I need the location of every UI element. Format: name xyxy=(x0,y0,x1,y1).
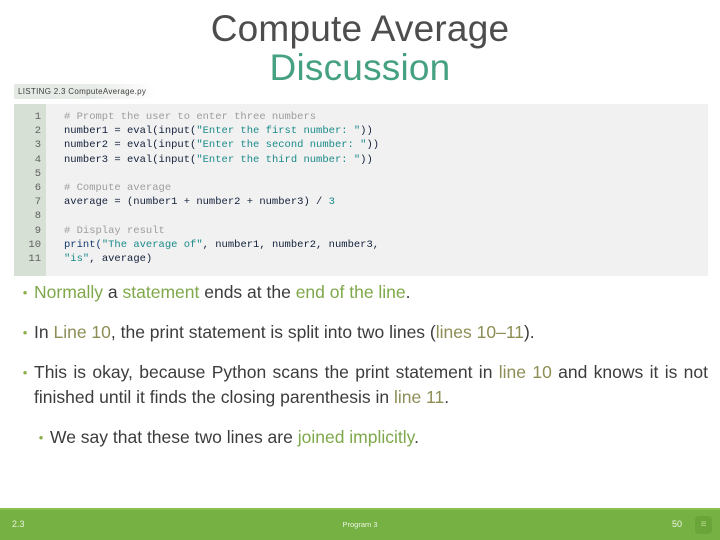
plain-text: . xyxy=(405,282,411,302)
list-item-text: This is okay, because Python scans the p… xyxy=(34,360,708,410)
plain-text: We say that these two lines are xyxy=(50,427,298,447)
code-line: average = (number1 + number2 + number3) … xyxy=(64,195,708,209)
line-number: 1 xyxy=(34,111,41,123)
code-string: "Enter the second number: " xyxy=(196,139,367,152)
highlight-text: line 11 xyxy=(393,387,445,407)
line-number: 11 xyxy=(28,253,41,266)
code-number: 3 xyxy=(328,196,335,209)
code-listing-block: 1 2 3 4 5 6 7 8 9 10 11 # Prompt the use… xyxy=(14,104,708,276)
bullet-marker-icon: • xyxy=(22,365,28,380)
code-token: number1 = eval(input( xyxy=(64,125,197,138)
list-item: • This is okay, because Python scans the… xyxy=(16,360,708,410)
line-number: 2 xyxy=(34,125,41,138)
code-keyword: print( xyxy=(64,238,102,251)
line-number-gutter: 1 2 3 4 5 6 7 8 9 10 11 xyxy=(14,104,46,276)
code-comment: # Display result xyxy=(64,224,165,237)
plain-text: ). xyxy=(523,322,535,342)
code-line: "is", average) xyxy=(64,252,708,266)
line-number: 6 xyxy=(34,182,41,195)
highlight-text: line 10 xyxy=(498,362,552,382)
plain-text: ends at the xyxy=(199,282,296,302)
listing-caption: LISTING 2.3 ComputeAverage.py xyxy=(14,84,157,99)
title-line-secondary: Discussion xyxy=(269,46,451,88)
code-line: number2 = eval(input("Enter the second n… xyxy=(64,138,708,152)
code-string: "Enter the third number: " xyxy=(196,153,361,166)
plain-text: . xyxy=(414,427,419,447)
list-item: • We say that these two lines are joined… xyxy=(32,425,708,450)
code-line: # Prompt the user to enter three numbers xyxy=(64,110,708,124)
code-token: )) xyxy=(366,139,380,152)
highlight-text: Normally xyxy=(34,282,104,302)
code-string: "is" xyxy=(64,253,90,266)
code-string: "Enter the first number: " xyxy=(196,125,361,138)
code-line: number3 = eval(input("Enter the third nu… xyxy=(64,153,708,167)
highlight-text: statement xyxy=(122,282,200,302)
footer-title: Program 3 xyxy=(342,520,378,529)
code-line: number1 = eval(input("Enter the first nu… xyxy=(64,124,708,138)
title-line-primary: Compute Average xyxy=(210,8,510,49)
footer-bar: 2.3 Program 3 50 ≡ xyxy=(0,508,720,540)
line-number: 8 xyxy=(34,210,41,223)
code-comment: # Compute average xyxy=(64,182,172,195)
line-number: 9 xyxy=(34,224,41,237)
line-number: 7 xyxy=(34,196,41,209)
line-number: 4 xyxy=(34,153,41,166)
list-item: • In Line 10, the print statement is spl… xyxy=(16,320,708,345)
bullet-marker-icon: • xyxy=(38,430,44,445)
code-line: # Display result xyxy=(64,224,708,238)
code-token: )) xyxy=(360,153,373,166)
line-number: 10 xyxy=(28,238,41,251)
footer-page-number: 50 xyxy=(671,519,682,529)
code-token: , average) xyxy=(89,253,153,266)
bullet-marker-icon: • xyxy=(22,325,28,340)
code-token: number2 = eval(input( xyxy=(64,139,197,152)
menu-icon[interactable]: ≡ xyxy=(695,516,712,534)
code-token: , number1, number2, number3, xyxy=(202,238,380,251)
page-title: Compute Average Discussion xyxy=(0,8,720,88)
list-item-text: In Line 10, the print statement is split… xyxy=(34,320,708,345)
plain-text: In xyxy=(34,322,54,342)
highlight-text: lines 10–11 xyxy=(435,322,524,342)
highlight-text: end of the line xyxy=(295,282,406,302)
line-number: 3 xyxy=(34,139,41,152)
code-line: # Compute average xyxy=(64,181,708,195)
code-comment: # Prompt the user to enter three numbers xyxy=(64,111,317,123)
list-item-text: Normally a statement ends at the end of … xyxy=(34,280,708,305)
line-number: 5 xyxy=(34,167,41,180)
bullet-list: • Normally a statement ends at the end o… xyxy=(16,280,708,465)
plain-text: . xyxy=(444,387,450,407)
plain-text: , the print statement is split into two … xyxy=(110,322,436,342)
code-token: )) xyxy=(360,125,373,138)
code-line: print("The average of", number1, number2… xyxy=(64,238,708,252)
list-item-text: We say that these two lines are joined i… xyxy=(50,425,708,450)
plain-text: a xyxy=(103,282,123,302)
code-text-area: # Prompt the user to enter three numbers… xyxy=(46,104,708,276)
plain-text: This is okay, because Python scans the p… xyxy=(34,362,499,382)
code-token: average = (number1 + number2 + number3) … xyxy=(64,196,329,209)
code-token: number3 = eval(input( xyxy=(64,153,197,166)
bullet-marker-icon: • xyxy=(22,285,28,300)
highlight-text: Line 10 xyxy=(53,322,111,342)
code-string: "The average of" xyxy=(101,238,203,251)
highlight-text: joined implicitly xyxy=(297,427,415,447)
list-item: • Normally a statement ends at the end o… xyxy=(16,280,708,305)
